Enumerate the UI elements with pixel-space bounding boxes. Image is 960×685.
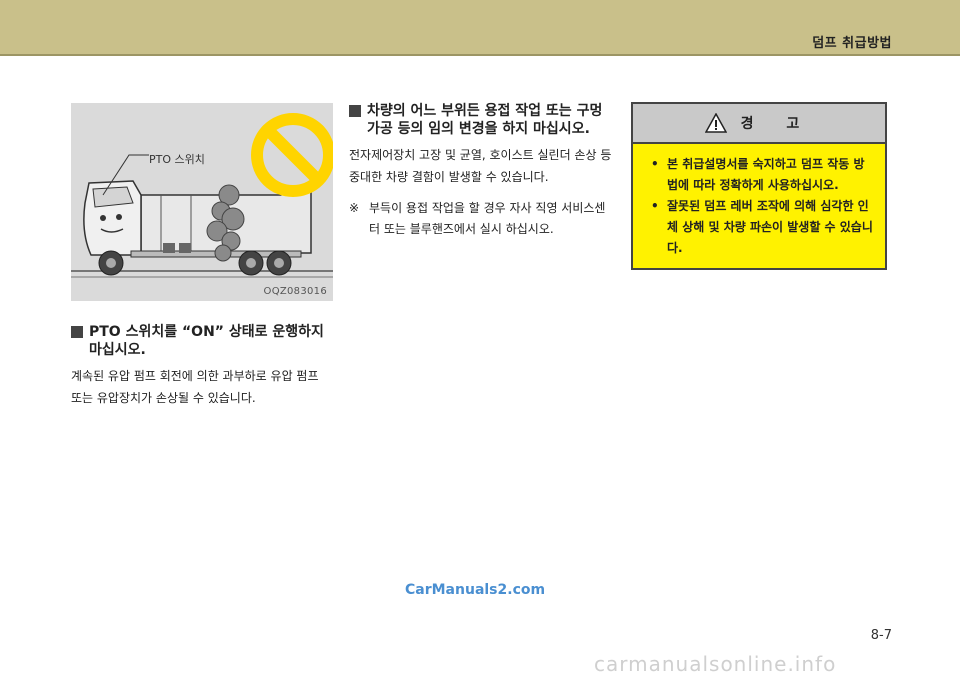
chapter-title: 덤프 취급방법 [812,36,892,51]
pto-illustration: PTO 스위치 OQZ083016 [71,103,333,301]
section-welding-note: ※ 부득이 용접 작업을 할 경우 자사 직영 서비스센터 또는 블루핸즈에서 … [349,198,615,240]
page-number: 8-7 [870,628,892,643]
warning-header: 경 고 [633,104,885,144]
warning-title: 경 고 [740,116,814,132]
section-pto: PTO 스위치를 “ON” 상태로 운행하지 마십시오. 계속된 유압 펌프 회… [71,323,333,409]
warning-list: • 본 취급설명서를 숙지하고 덤프 작동 방법에 따라 정확하게 사용하십시오… [633,144,885,259]
square-bullet-icon [349,105,361,117]
section-pto-body: 계속된 유압 펌프 회전에 의한 과부하로 유압 펌프 또는 유압장치가 손상될… [71,369,319,405]
warning-item: • 본 취급설명서를 숙지하고 덤프 작동 방법에 따라 정확하게 사용하십시오… [651,154,875,196]
note-mark: ※ [349,201,360,215]
footer-site-watermark: carmanualsonline.info [594,652,837,676]
section-welding-heading: 차량의 어느 부위든 용접 작업 또는 구멍 가공 등의 임의 변경을 하지 마… [349,102,615,138]
section-pto-heading: PTO 스위치를 “ON” 상태로 운행하지 마십시오. [71,323,333,359]
warning-box: 경 고 • 본 취급설명서를 숙지하고 덤프 작동 방법에 따라 정확하게 사용… [631,102,887,270]
header-divider [0,54,960,56]
warning-item: • 잘못된 덤프 레버 조작에 의해 심각한 인체 상해 및 차량 파손이 발생… [651,196,875,259]
section-welding-body: 전자제어장치 고장 및 균열, 호이스트 실린더 손상 등 중대한 차량 결함이… [349,148,612,184]
bullet: • [651,157,659,171]
section-welding: 차량의 어느 부위든 용접 작업 또는 구멍 가공 등의 임의 변경을 하지 마… [349,102,615,240]
square-bullet-icon [71,326,83,338]
warning-triangle-icon [704,113,727,133]
bullet: • [651,199,659,213]
pto-switch-label: PTO 스위치 [149,153,205,166]
dump-truck-illustration [71,113,333,278]
watermark-link[interactable]: CarManuals2.com [405,582,545,598]
figure-code: OQZ083016 [263,286,327,297]
